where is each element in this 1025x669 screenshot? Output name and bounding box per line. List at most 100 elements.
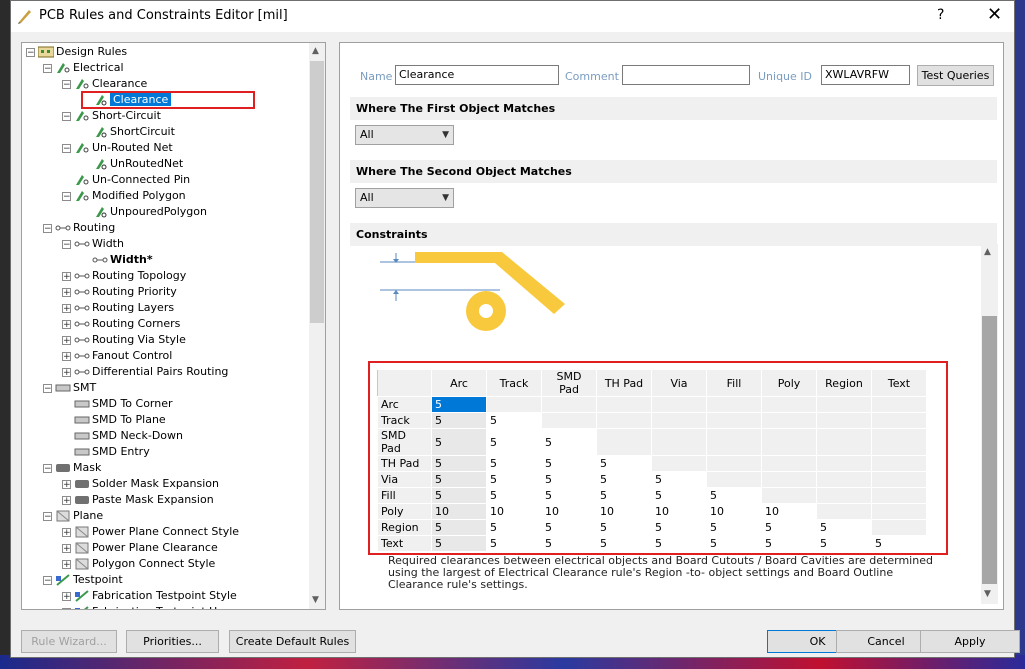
scroll-up-icon[interactable]: ▲ [984,247,991,257]
tree-item[interactable]: − Mask [43,460,101,476]
constraints-scroll-thumb[interactable] [982,316,997,584]
constraints-header: Constraints [350,223,997,246]
expand-icon[interactable]: + [62,287,71,297]
tree-item[interactable]: − SMT [43,380,96,396]
expand-icon[interactable]: + [62,303,71,313]
tree-item[interactable]: + Solder Mask Expansion [62,476,219,492]
first-object-header: Where The First Object Matches [350,97,997,120]
collapse-icon[interactable]: − [62,79,71,89]
expand-icon[interactable]: + [62,335,71,345]
collapse-icon[interactable]: − [26,47,35,57]
scroll-up-icon[interactable]: ▲ [312,46,319,56]
unique-id-field[interactable]: XWLAVRFW [821,65,910,85]
expand-icon[interactable]: + [62,495,71,505]
tree-item[interactable]: SMD To Plane [62,412,166,428]
route-rule-icon [74,366,90,378]
tree-item[interactable]: + Routing Via Style [62,332,186,348]
rule-wizard-button[interactable]: Rule Wizard... [21,630,117,653]
first-object-combo[interactable]: All ▼ [355,125,454,145]
help-button[interactable]: ? [937,7,944,23]
expand-icon[interactable]: + [62,559,71,569]
priorities-button[interactable]: Priorities... [126,630,219,653]
tree-item-label: Routing Priority [92,285,177,298]
route-rule-icon [74,270,90,282]
tree-item-label: Electrical [73,61,124,74]
tree-item[interactable]: + Routing Corners [62,316,180,332]
tree-item[interactable]: + Routing Layers [62,300,174,316]
tree-item[interactable]: Width* [80,252,153,268]
tree-item[interactable]: + Power Plane Connect Style [62,524,239,540]
name-field[interactable]: Clearance [395,65,559,85]
expand-icon[interactable]: + [62,351,71,361]
expand-icon[interactable]: + [62,607,71,609]
tree-item[interactable]: SMD Neck-Down [62,428,183,444]
tree-item[interactable]: − Design Rules [26,44,127,60]
clearance-diagram [380,252,565,331]
tree-item[interactable]: + Fabrication Testpoint Style [62,588,237,604]
expand-icon[interactable]: + [62,527,71,537]
collapse-icon[interactable]: − [43,575,52,585]
comment-label: Comment [565,70,619,83]
collapse-icon[interactable]: − [62,111,71,121]
test-queries-button[interactable]: Test Queries [917,65,994,86]
route-rule-icon [55,222,71,234]
collapse-icon[interactable]: − [43,223,52,233]
tree-item[interactable]: + Routing Priority [62,284,177,300]
elec-rule-icon [74,110,90,122]
tree-item[interactable]: − Modified Polygon [62,188,186,204]
comment-field[interactable] [622,65,750,85]
constraints-scrollbar[interactable]: ▲ ▼ [981,244,998,604]
tree-item[interactable]: ShortCircuit [80,124,175,140]
tree-item[interactable]: SMD To Corner [62,396,173,412]
tree-item[interactable]: + Paste Mask Expansion [62,492,214,508]
tree-item[interactable]: − Routing [43,220,115,236]
expand-icon[interactable]: + [62,271,71,281]
expand-icon[interactable]: + [62,319,71,329]
apply-button[interactable]: Apply [920,630,1020,653]
tree-item[interactable]: − Un-Routed Net [62,140,173,156]
tree-item[interactable]: UnpouredPolygon [80,204,207,220]
expand-icon[interactable]: + [62,543,71,553]
tree-item[interactable]: SMD Entry [62,444,150,460]
scroll-down-icon[interactable]: ▼ [984,589,991,599]
tree-scrollbar[interactable]: ▲ ▼ [309,43,325,609]
collapse-icon[interactable]: − [43,511,52,521]
rules-tree[interactable]: − Design Rules − Electrical − Clearance Cleara… [21,42,326,610]
collapse-icon[interactable]: − [62,191,71,201]
tree-item[interactable]: + Differential Pairs Routing [62,364,228,380]
tree-item[interactable]: + Routing Topology [62,268,186,284]
elec-rule-icon [74,142,90,154]
tree-item[interactable]: + Fanout Control [62,348,172,364]
tree-item[interactable]: + Fabrication Testpoint Usage [62,604,243,609]
second-object-combo[interactable]: All ▼ [355,188,454,208]
tree-item-label: Testpoint [73,573,123,586]
collapse-icon[interactable]: − [62,239,71,249]
tree-item[interactable]: − Plane [43,508,103,524]
collapse-icon[interactable]: − [43,63,52,73]
close-button[interactable]: ✕ [987,4,1002,25]
tree-item[interactable]: − Short-Circuit [62,108,161,124]
route-rule-icon [74,350,90,362]
tree-item-label: Fanout Control [92,349,173,362]
create-default-rules-button[interactable]: Create Default Rules [229,630,356,653]
tree-item[interactable]: + Power Plane Clearance [62,540,218,556]
tree-item[interactable]: − Width [62,236,124,252]
tree-item[interactable]: UnRoutedNet [80,156,183,172]
collapse-icon[interactable]: − [43,383,52,393]
collapse-icon[interactable]: − [62,143,71,153]
elec-rule-icon [74,78,90,90]
tree-item[interactable]: − Electrical [43,60,124,76]
tree-item-label: SMT [73,381,97,394]
tree-item[interactable]: Un-Connected Pin [62,172,190,188]
chevron-down-icon: ▼ [442,193,449,203]
tree-item[interactable]: − Testpoint [43,572,123,588]
route-rule-icon [92,254,108,266]
tree-item[interactable]: − Clearance [62,76,147,92]
expand-icon[interactable]: + [62,591,71,601]
scroll-down-icon[interactable]: ▼ [312,595,319,605]
tree-scroll-thumb[interactable] [310,61,324,323]
expand-icon[interactable]: + [62,479,71,489]
collapse-icon[interactable]: − [43,463,52,473]
tree-item[interactable]: + Polygon Connect Style [62,556,215,572]
expand-icon[interactable]: + [62,367,71,377]
